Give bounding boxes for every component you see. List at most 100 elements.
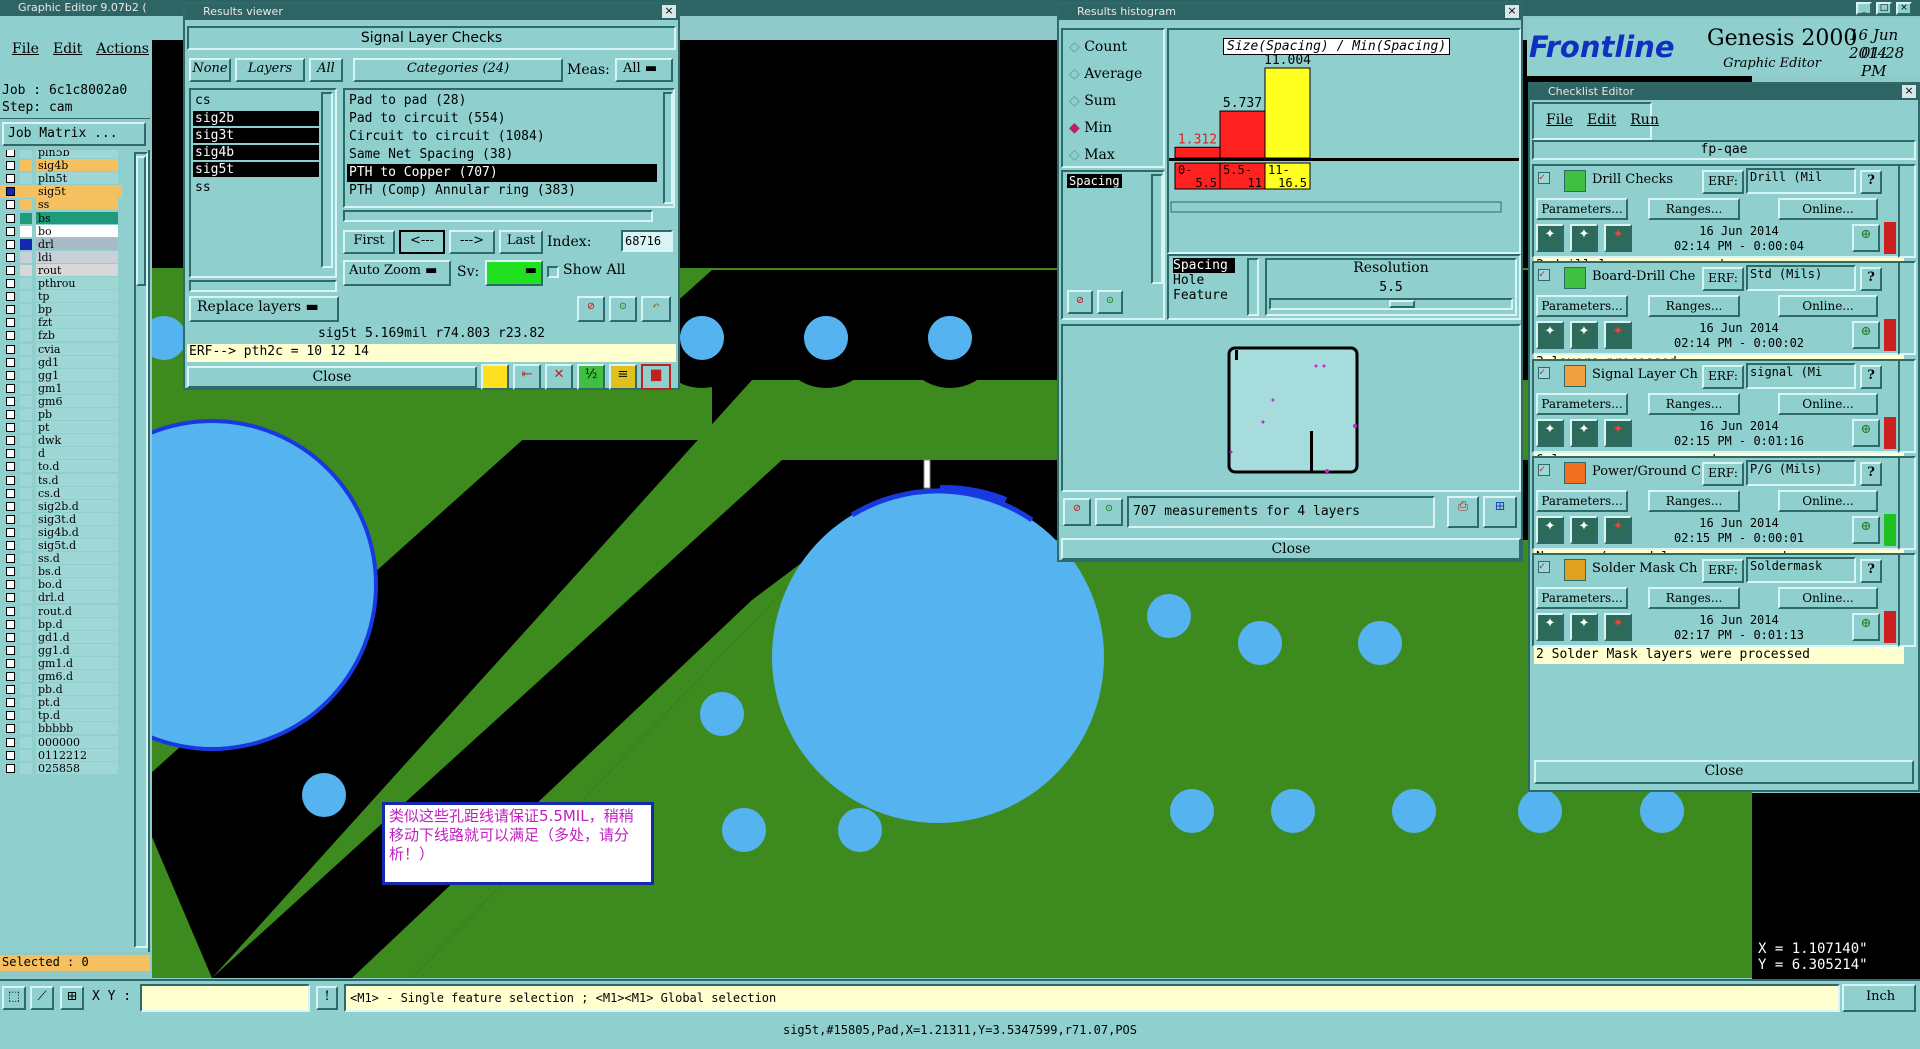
layer-row[interactable]: drl: [0, 237, 122, 251]
filter-item-hole[interactable]: Hole: [1173, 273, 1243, 288]
checklist-menu-run[interactable]: Run: [1630, 112, 1659, 128]
online-button[interactable]: Online...: [1778, 587, 1878, 610]
layer-row[interactable]: ts.d: [0, 473, 122, 487]
layer-color-swatch[interactable]: [20, 762, 32, 774]
layer-color-swatch[interactable]: [20, 697, 32, 709]
layer-color-swatch[interactable]: [20, 330, 32, 342]
layer-row[interactable]: gm1: [0, 381, 122, 395]
layer-checkbox[interactable]: [6, 383, 15, 393]
layer-color-swatch[interactable]: [20, 343, 32, 355]
layer-checkbox[interactable]: [6, 737, 15, 747]
rv-layer-scrollbar[interactable]: [321, 92, 333, 268]
erf-value[interactable]: signal (Mi: [1746, 362, 1856, 389]
layer-checkbox[interactable]: [6, 410, 15, 419]
prev-button[interactable]: <---: [399, 230, 445, 254]
layer-color-swatch[interactable]: [20, 487, 32, 499]
rv-layer-item[interactable]: sig3t: [193, 128, 319, 143]
layer-checkbox[interactable]: [6, 527, 15, 537]
erf-button[interactable]: ERF:: [1702, 170, 1744, 194]
mode-radio-max[interactable]: ◇ Max: [1069, 142, 1142, 169]
export-icon[interactable]: ⎙: [1447, 496, 1479, 528]
layer-checkbox[interactable]: [6, 239, 15, 249]
layer-checkbox[interactable]: [6, 593, 15, 603]
layer-color-swatch[interactable]: [20, 605, 32, 617]
reference-icon[interactable]: ⊙: [609, 296, 637, 322]
layer-checkbox[interactable]: [6, 279, 15, 288]
measure-tool-icon[interactable]: ⟋: [30, 986, 54, 1010]
layer-color-swatch[interactable]: [20, 382, 32, 394]
layer-checkbox[interactable]: [6, 357, 15, 367]
layer-row[interactable]: sig5t: [0, 185, 122, 199]
units-select[interactable]: Inch: [1842, 984, 1916, 1012]
rv-hscroll[interactable]: [189, 280, 337, 292]
ranges-button[interactable]: Ranges...: [1648, 587, 1740, 610]
item-scrollbar[interactable]: [1898, 164, 1916, 258]
layer-color-swatch[interactable]: [20, 150, 32, 158]
rv-layer-item[interactable]: sig2b: [193, 111, 319, 126]
run-icon[interactable]: ✦: [1536, 418, 1564, 447]
layer-row[interactable]: pthrou: [0, 277, 122, 290]
layer-checkbox[interactable]: [6, 252, 15, 262]
run-all-icon[interactable]: ✦: [1570, 224, 1598, 252]
erf-button[interactable]: ERF:: [1702, 267, 1744, 292]
layer-color-swatch[interactable]: [20, 684, 32, 696]
layer-row[interactable]: sig4b.d: [0, 525, 122, 539]
layer-row[interactable]: ss: [0, 198, 122, 211]
category-hscroll[interactable]: [343, 210, 653, 222]
histogram-bar[interactable]: [1219, 110, 1266, 159]
online-button[interactable]: Online...: [1778, 489, 1878, 512]
layer-row[interactable]: 0112212: [0, 748, 122, 762]
index-input[interactable]: 68716: [621, 230, 673, 252]
close-window-button[interactable]: ×: [1896, 2, 1912, 15]
layer-row[interactable]: rout.d: [0, 604, 122, 618]
histogram-close-button[interactable]: Close: [1061, 538, 1521, 560]
layer-checkbox[interactable]: [6, 514, 15, 524]
layer-row[interactable]: sig2b.d: [0, 499, 122, 513]
layer-color-swatch[interactable]: [20, 736, 32, 748]
window-icon[interactable]: ⊞: [1483, 496, 1517, 528]
layer-row[interactable]: pln5b: [0, 150, 122, 159]
none-button[interactable]: None: [189, 58, 231, 82]
online-button[interactable]: Online...: [1778, 295, 1878, 318]
zoom-icon[interactable]: ⊕: [1852, 613, 1880, 642]
layer-checkbox[interactable]: [6, 501, 15, 511]
layer-checkbox[interactable]: [6, 567, 15, 577]
layer-color-swatch[interactable]: [20, 657, 32, 669]
item-checkbox[interactable]: ✓: [1538, 463, 1550, 476]
layer-row[interactable]: gd1: [0, 355, 122, 369]
results-viewer-close-icon[interactable]: ×: [662, 5, 676, 18]
category-scrollbar[interactable]: [663, 92, 673, 204]
item-checkbox[interactable]: ✓: [1538, 269, 1550, 282]
layer-checkbox[interactable]: [6, 606, 15, 616]
erf-value[interactable]: Std (Mils): [1746, 265, 1856, 292]
layer-checkbox[interactable]: [6, 462, 15, 472]
layer-row[interactable]: sig5t.d: [0, 539, 122, 552]
layer-color-swatch[interactable]: [20, 579, 32, 591]
layer-checkbox[interactable]: [6, 554, 15, 564]
layer-color-swatch[interactable]: [20, 369, 32, 381]
layer-row[interactable]: fzb: [0, 329, 122, 342]
item-checkbox[interactable]: ✓: [1538, 561, 1550, 574]
layer-color-swatch[interactable]: [20, 395, 32, 407]
layer-checkbox[interactable]: [6, 580, 15, 590]
layer-checkbox[interactable]: [6, 724, 15, 734]
layer-color-swatch[interactable]: [20, 710, 32, 722]
layer-checkbox[interactable]: [6, 200, 15, 210]
layer-checkbox[interactable]: [6, 213, 15, 223]
layer-row[interactable]: tp.d: [0, 709, 122, 722]
hist-delete-icon[interactable]: ⊘: [1067, 290, 1093, 314]
show-all-checkbox[interactable]: [547, 266, 559, 278]
layer-color-swatch[interactable]: [20, 212, 32, 224]
layer-color-swatch[interactable]: [20, 186, 32, 198]
layer-checkbox[interactable]: [6, 396, 15, 406]
layer-color-swatch[interactable]: [20, 500, 32, 512]
category-item[interactable]: Pad to circuit (554): [347, 110, 657, 128]
layer-color-swatch[interactable]: [20, 173, 32, 185]
item-checkbox[interactable]: ✓: [1538, 366, 1550, 379]
stop-icon[interactable]: ✦: [1604, 613, 1632, 642]
menu-file[interactable]: File: [12, 41, 39, 57]
layer-color-swatch[interactable]: [20, 422, 32, 434]
layer-checkbox[interactable]: [6, 174, 15, 184]
layer-row[interactable]: bbbbb: [0, 722, 122, 735]
layer-row[interactable]: sig4b: [0, 159, 122, 172]
